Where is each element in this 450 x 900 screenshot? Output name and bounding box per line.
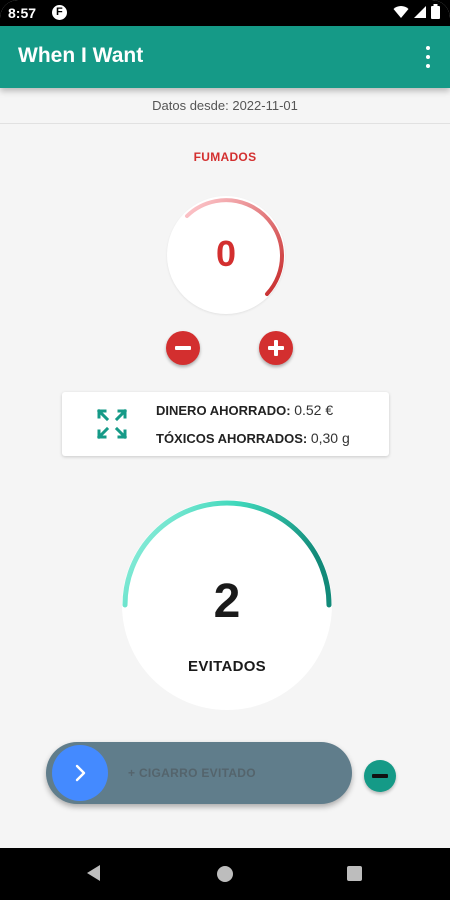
smoked-minus-button[interactable] (166, 331, 200, 365)
money-saved-row: DINERO AHORRADO: 0.52 € (156, 402, 333, 418)
back-icon[interactable] (87, 865, 100, 881)
avoided-cigarette-slider[interactable]: + CIGARRO EVITADO (46, 742, 352, 804)
wifi-icon (393, 5, 409, 18)
app-bar: When I Want (0, 26, 450, 88)
avoided-label: EVITADOS (188, 658, 266, 675)
system-nav-bar (0, 848, 450, 900)
minus-icon (372, 774, 388, 778)
more-vert-icon[interactable] (422, 46, 434, 68)
smoked-plus-button[interactable] (259, 331, 293, 365)
home-icon[interactable] (217, 866, 233, 882)
toxics-saved-row: TÓXICOS AHORRADOS: 0,30 g (156, 430, 350, 446)
minus-icon (175, 346, 191, 350)
status-bar: 8:57 (0, 0, 450, 26)
data-since-text: Datos desde: 2022-11-01 (152, 98, 298, 113)
recents-icon[interactable] (347, 866, 362, 881)
toxics-saved-label: TÓXICOS AHORRADOS: (156, 431, 308, 446)
data-since-row: Datos desde: 2022-11-01 (0, 88, 450, 124)
f-badge-icon (52, 5, 67, 20)
avoided-count: 2 (213, 575, 241, 628)
smoked-count: 0 (215, 233, 237, 274)
avoided-counter: 2 EVITADOS (122, 500, 332, 710)
smoked-counter: 0 (167, 196, 285, 314)
battery-icon (431, 4, 440, 19)
signal-icon (414, 5, 426, 18)
app-screen: 8:57 When I Want Datos desde: 2022-11-01… (0, 0, 450, 900)
slider-label: + CIGARRO EVITADO (128, 766, 256, 780)
status-icons (393, 4, 440, 19)
smoked-label: FUMADOS (193, 150, 257, 164)
avoided-minus-button[interactable] (364, 760, 396, 792)
status-time: 8:57 (8, 5, 37, 21)
savings-card: DINERO AHORRADO: 0.52 € TÓXICOS AHORRADO… (62, 392, 389, 456)
expand-icon[interactable] (96, 408, 128, 440)
money-saved-value: 0.52 € (294, 402, 334, 418)
slider-knob[interactable] (52, 745, 108, 801)
toxics-saved-value: 0,30 g (310, 430, 350, 446)
app-title: When I Want (18, 44, 144, 67)
chevron-right-icon (75, 764, 86, 782)
money-saved-label: DINERO AHORRADO: (156, 403, 291, 418)
